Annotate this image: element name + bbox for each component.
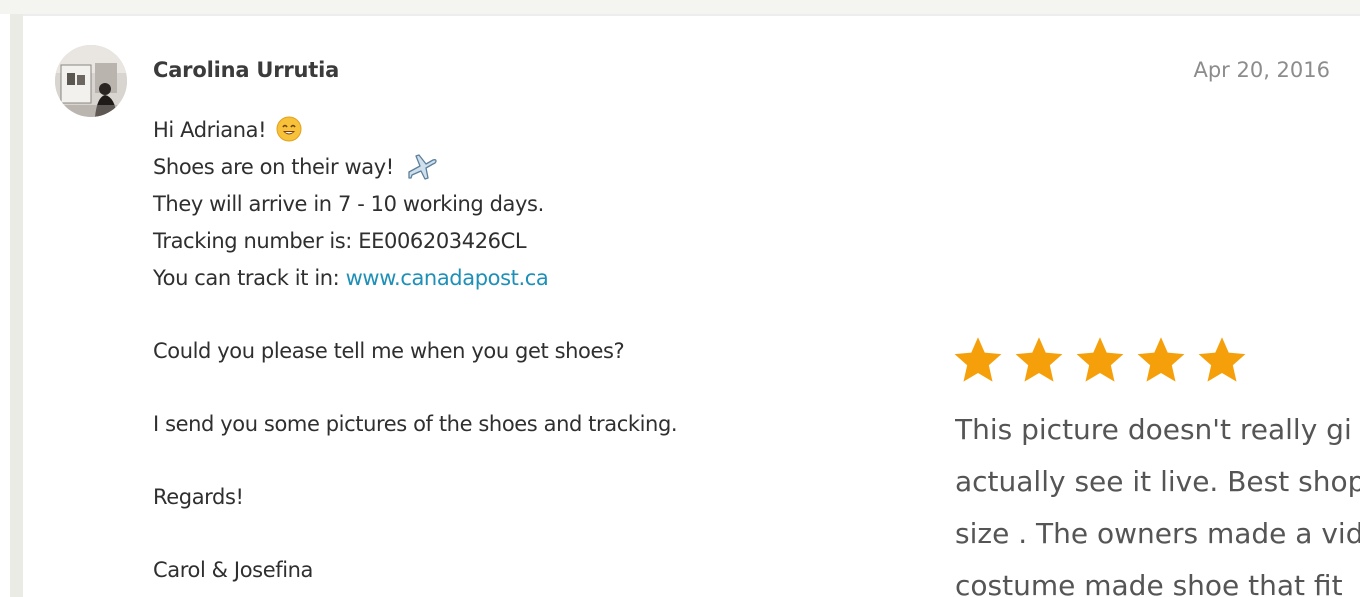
review-text: This picture doesn't really gi actually …: [955, 404, 1360, 597]
top-strip: [0, 0, 1360, 14]
track-link-line: You can track it in: www.canadapost.ca: [153, 260, 677, 297]
star-icon: [1015, 337, 1063, 382]
review-line: actually see it live. Best shop: [955, 465, 1360, 498]
regards-line: Regards!: [153, 485, 244, 509]
greeting-text: Hi Adriana!: [153, 118, 267, 142]
divider: [23, 14, 1360, 16]
shipping-text: Shoes are on their way!: [153, 155, 394, 179]
smile-emoji-icon: [276, 116, 302, 142]
star-icon: [1198, 337, 1246, 382]
airplane-emoji-icon: [406, 152, 438, 180]
star-icon: [1137, 337, 1185, 382]
avatar[interactable]: [55, 45, 127, 117]
avatar-photo-icon: [55, 45, 127, 117]
star-rating: [952, 334, 1257, 390]
sender-name[interactable]: Carolina Urrutia: [153, 58, 339, 82]
review-line: size . The owners made a vid: [955, 517, 1360, 550]
arrival-line: They will arrive in 7 - 10 working days.: [153, 192, 544, 216]
message-date: Apr 20, 2016: [1193, 58, 1330, 82]
canadapost-link[interactable]: www.canadapost.ca: [346, 266, 549, 290]
greeting-line: Hi Adriana!: [153, 112, 677, 149]
star-icon: [954, 337, 1002, 382]
tracking-line: Tracking number is: EE006203426CL: [153, 229, 527, 253]
message-page: Carolina Urrutia Apr 20, 2016 Hi Adriana…: [0, 0, 1360, 597]
left-border: [10, 14, 23, 597]
request-line: Could you please tell me when you get sh…: [153, 339, 625, 363]
signature-line: Carol & Josefina: [153, 558, 314, 582]
pictures-line: I send you some pictures of the shoes an…: [153, 412, 678, 436]
star-icon: [1076, 337, 1124, 382]
shipping-line: Shoes are on their way!: [153, 149, 677, 186]
review-line: This picture doesn't really gi: [955, 413, 1352, 446]
track-prefix: You can track it in:: [153, 266, 346, 290]
message-body: Hi Adriana! Shoes are on their way! They…: [153, 112, 678, 589]
review-line: costume made shoe that fit: [955, 569, 1343, 597]
